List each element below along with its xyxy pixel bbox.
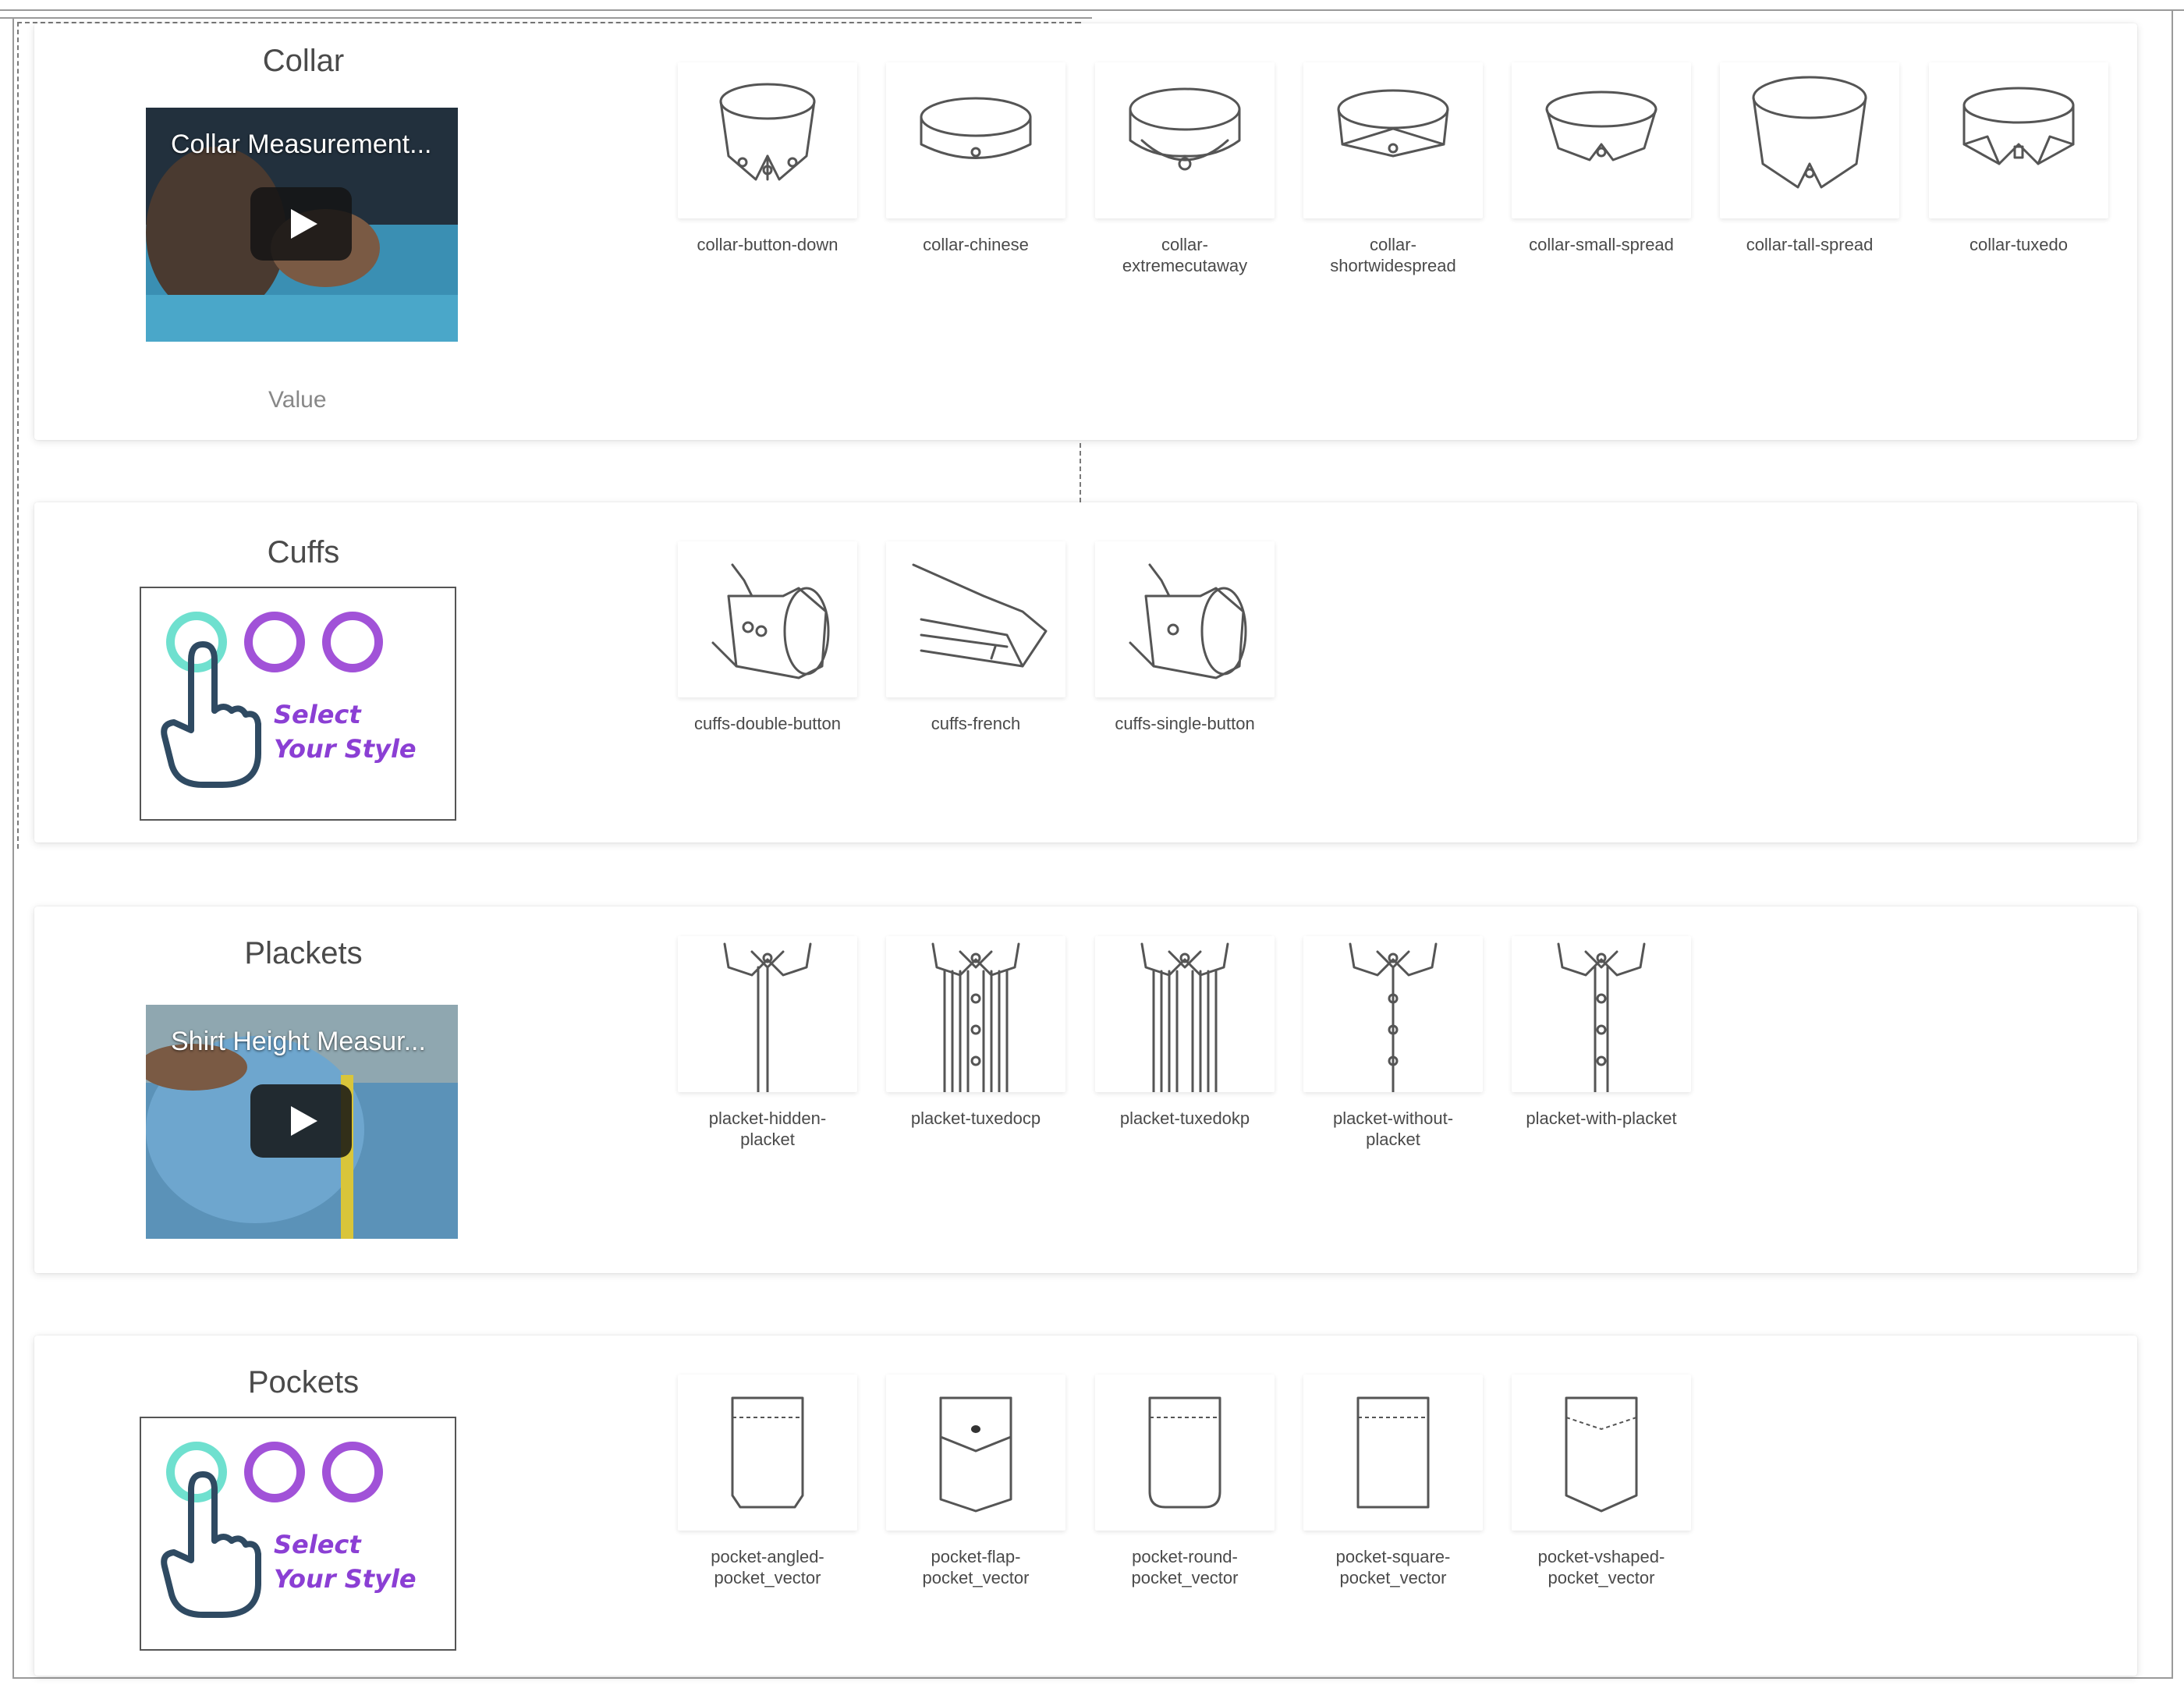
frame-right-line: [2172, 9, 2173, 1679]
collar-panel: Collar Collar Measurement... Value colla…: [34, 23, 2137, 440]
option-label: pocket-round- pocket_vector: [1131, 1547, 1239, 1587]
ring-purple-icon: [322, 612, 383, 672]
plackets-section-title: Plackets: [244, 936, 363, 970]
select-text-line1: Select: [274, 1530, 361, 1559]
placket-hidden-icon: [678, 936, 857, 1092]
collar-small-spread-icon: [1512, 62, 1691, 218]
option-cuffs-1[interactable]: cuffs-french: [885, 541, 1066, 734]
collar-chinese-icon: [886, 62, 1065, 218]
pockets-section-title: Pockets: [247, 1365, 360, 1399]
option-label: pocket-angled- pocket_vector: [711, 1547, 824, 1587]
cuffs-section-title: Cuffs: [267, 535, 340, 569]
cuff-double-button-icon: [678, 541, 857, 697]
option-label: placket-tuxedocp: [910, 1109, 1041, 1128]
collar-tuxedo-icon: [1929, 62, 2108, 218]
play-button[interactable]: [250, 1084, 352, 1158]
frame-left-line: [12, 17, 14, 1679]
pointing-hand-icon: [161, 641, 261, 788]
option-label: cuffs-single-button: [1115, 714, 1255, 733]
pointing-hand-icon: [161, 1471, 261, 1618]
placket-without-icon: [1303, 936, 1483, 1092]
option-label: cuffs-french: [931, 714, 1021, 733]
play-button[interactable]: [250, 187, 352, 261]
option-label: pocket-flap- pocket_vector: [922, 1547, 1030, 1587]
option-pockets-3[interactable]: pocket-square- pocket_vector: [1303, 1375, 1484, 1588]
select-text-line1: Select: [274, 700, 361, 729]
option-collar-3[interactable]: collar- shortwidespread: [1303, 62, 1484, 276]
pocket-angled-icon: [678, 1375, 857, 1531]
option-label: collar- extremecutaway: [1122, 235, 1248, 275]
cuffs-panel: Cuffs Select Your Style cuffs-double-but…: [34, 502, 2137, 842]
placket-tuxedocp-icon: [886, 936, 1065, 1092]
option-label: collar-tuxedo: [1970, 235, 2068, 254]
pockets-select-style-card: Select Your Style: [140, 1417, 456, 1651]
option-cuffs-0[interactable]: cuffs-double-button: [677, 541, 858, 734]
video-title: Shirt Height Measur...: [171, 1027, 426, 1056]
option-label: pocket-vshaped- pocket_vector: [1537, 1547, 1665, 1587]
option-pockets-2[interactable]: pocket-round- pocket_vector: [1094, 1375, 1275, 1588]
option-label: placket-tuxedokp: [1119, 1109, 1250, 1128]
cuff-french-icon: [886, 541, 1065, 697]
frame-bottom-line: [12, 1677, 2173, 1679]
option-collar-0[interactable]: collar-button-down: [677, 62, 858, 255]
option-pockets-1[interactable]: pocket-flap- pocket_vector: [885, 1375, 1066, 1588]
option-collar-1[interactable]: collar-chinese: [885, 62, 1066, 255]
option-collar-6[interactable]: collar-tuxedo: [1928, 62, 2109, 255]
option-plackets-1[interactable]: placket-tuxedocp: [885, 936, 1066, 1129]
overlay-dashed-guide-left: [17, 22, 19, 849]
video-title: Collar Measurement...: [171, 129, 432, 159]
option-cuffs-2[interactable]: cuffs-single-button: [1094, 541, 1275, 734]
option-collar-2[interactable]: collar- extremecutaway: [1094, 62, 1275, 276]
option-collar-4[interactable]: collar-small-spread: [1511, 62, 1692, 255]
placket-tuxedokp-icon: [1095, 936, 1275, 1092]
collar-tall-spread-icon: [1720, 62, 1899, 218]
option-plackets-4[interactable]: placket-with-placket: [1511, 936, 1692, 1129]
placket-with-icon: [1512, 936, 1691, 1092]
ring-purple-icon: [322, 1442, 383, 1502]
collar-shortwidespread-icon: [1303, 62, 1483, 218]
option-label: pocket-square- pocket_vector: [1335, 1547, 1451, 1587]
select-your-style-text: Select Your Style: [274, 697, 417, 766]
option-label: collar-chinese: [923, 235, 1029, 254]
select-text-line2: Your Style: [274, 734, 417, 764]
frame-top-line-2: [0, 17, 1092, 19]
cuffs-select-style-card: Select Your Style: [140, 587, 456, 821]
option-plackets-2[interactable]: placket-tuxedokp: [1094, 936, 1275, 1129]
pocket-flap-icon: [886, 1375, 1065, 1531]
select-text-line2: Your Style: [274, 1564, 417, 1594]
option-label: placket-without- placket: [1332, 1109, 1454, 1149]
plackets-panel: Plackets Shirt Height Measur... placket-…: [34, 906, 2137, 1273]
option-label: collar-tall-spread: [1746, 235, 1874, 254]
collar-button-down-icon: [678, 62, 857, 218]
frame-top-line: [0, 9, 2184, 11]
option-plackets-0[interactable]: placket-hidden- placket: [677, 936, 858, 1150]
cuff-single-button-icon: [1095, 541, 1275, 697]
option-label: collar- shortwidespread: [1330, 235, 1456, 275]
option-pockets-4[interactable]: pocket-vshaped- pocket_vector: [1511, 1375, 1692, 1588]
collar-video-player[interactable]: Collar Measurement...: [146, 108, 458, 342]
option-plackets-3[interactable]: placket-without- placket: [1303, 936, 1484, 1150]
option-collar-5[interactable]: collar-tall-spread: [1719, 62, 1900, 255]
pocket-vshaped-icon: [1512, 1375, 1691, 1531]
select-your-style-text: Select Your Style: [274, 1527, 417, 1596]
pocket-round-icon: [1095, 1375, 1275, 1531]
option-pockets-0[interactable]: pocket-angled- pocket_vector: [677, 1375, 858, 1588]
option-label: collar-small-spread: [1529, 235, 1674, 254]
pocket-square-icon: [1303, 1375, 1483, 1531]
option-label: placket-with-placket: [1526, 1109, 1677, 1128]
collar-section-title: Collar: [262, 44, 345, 78]
option-label: placket-hidden- placket: [708, 1109, 827, 1149]
option-label: collar-button-down: [697, 235, 838, 254]
option-label: cuffs-double-button: [694, 714, 841, 733]
pockets-panel: Pockets Select Your Style pocket-angled-…: [34, 1336, 2137, 1676]
collar-extremecutaway-icon: [1095, 62, 1275, 218]
value-label: Value: [268, 387, 327, 413]
plackets-video-player[interactable]: Shirt Height Measur...: [146, 1005, 458, 1239]
